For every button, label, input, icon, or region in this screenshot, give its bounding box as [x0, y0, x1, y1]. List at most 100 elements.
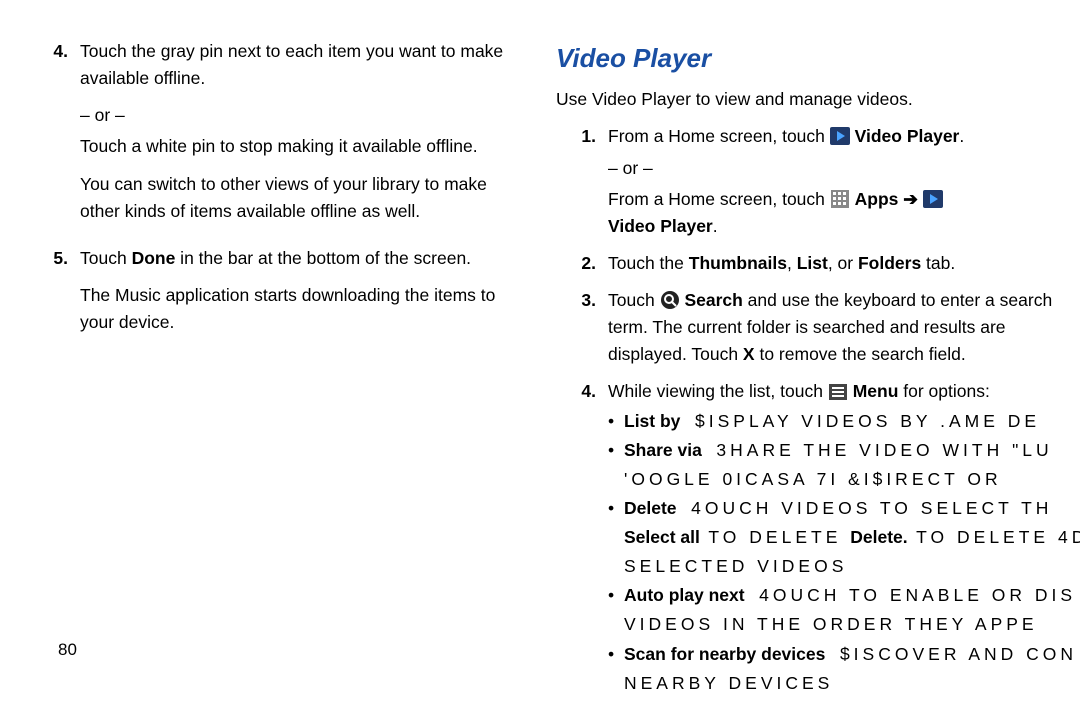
text: to remove the search field.	[755, 344, 966, 364]
text: in the bar at the bottom of the screen.	[175, 248, 471, 268]
video-player-icon	[830, 127, 850, 145]
text: Touch	[608, 290, 660, 310]
text: While viewing the list, touch Menu for o…	[608, 378, 1080, 405]
auto-play-next-label: Auto play next	[624, 585, 745, 605]
text: From a Home screen, touch	[608, 126, 830, 146]
video-player-label: Video Player	[855, 126, 960, 146]
garbled-text: $ISPLAY VIDEOS BY .AME DE	[695, 411, 1040, 431]
list-item: • Delete 4OUCH VIDEOS TO SELECT TH	[608, 495, 1080, 522]
or-text: – or –	[80, 102, 522, 129]
search-label: Search	[684, 290, 742, 310]
step-number: 3.	[556, 287, 608, 368]
text: While viewing the list, touch	[608, 381, 828, 401]
text: From a Home screen, touch Video Player.	[608, 123, 1080, 150]
text: Delete 4OUCH VIDEOS TO SELECT TH	[624, 495, 1080, 522]
step-1: 1. From a Home screen, touch Video Playe…	[556, 123, 1080, 240]
garbled-text: NEARBY DEVICES	[608, 670, 1080, 697]
step-body: Touch the gray pin next to each item you…	[80, 38, 522, 235]
text: Touch the gray pin next to each item you…	[80, 38, 522, 92]
text: ,	[787, 253, 797, 273]
text: From a Home screen, touch Apps ➔	[608, 186, 1080, 213]
garbled-text: 4OUCH TO ENABLE OR DIS	[759, 585, 1076, 605]
x-label: X	[743, 344, 755, 364]
garbled-text: SELECTED VIDEOS	[608, 553, 1080, 580]
bullet: •	[608, 582, 624, 609]
page-number: 80	[58, 640, 77, 660]
right-column: Video Player Use Video Player to view an…	[540, 38, 1080, 720]
garbled-text: $ISCOVER AND CON	[840, 644, 1077, 664]
bullet: •	[608, 408, 624, 435]
text: Share via 3HARE THE VIDEO WITH "LU	[624, 437, 1080, 464]
garbled-text: TO DELETE 4DU	[908, 527, 1080, 547]
folders-label: Folders	[858, 253, 921, 273]
text: Touch the	[608, 253, 689, 273]
arrow: ➔	[903, 189, 918, 209]
section-title: Video Player	[556, 38, 1080, 78]
list-item: • Share via 3HARE THE VIDEO WITH "LU	[608, 437, 1080, 464]
apps-icon	[830, 190, 850, 208]
text: Auto play next 4OUCH TO ENABLE OR DIS	[624, 582, 1080, 609]
video-player-icon	[923, 190, 943, 208]
text: Select all TO DELETE Delete. TO DELETE 4…	[624, 524, 1080, 551]
thumbnails-label: Thumbnails	[689, 253, 787, 273]
step-number: 4.	[556, 378, 608, 698]
text: Touch Done in the bar at the bottom of t…	[80, 245, 522, 272]
step-body: Touch Search and use the keyboard to ent…	[608, 287, 1080, 368]
text: , or	[828, 253, 858, 273]
step-3: 3. Touch Search and use the keyboard to …	[556, 287, 1080, 368]
menu-label: Menu	[853, 381, 899, 401]
text: tab.	[921, 253, 955, 273]
list-item: • Auto play next 4OUCH TO ENABLE OR DIS	[608, 582, 1080, 609]
step-number: 2.	[556, 250, 608, 277]
garbled-text: 'OOGLE 0ICASA 7I &I$IRECT OR	[608, 466, 1080, 493]
text: You can switch to other views of your li…	[80, 171, 522, 225]
select-all-label: Select all	[624, 527, 700, 547]
text: .	[713, 216, 718, 236]
garbled-text: 3HARE THE VIDEO WITH "LU	[716, 440, 1052, 460]
step-5: 5. Touch Done in the bar at the bottom o…	[28, 245, 522, 346]
list-label: List	[797, 253, 828, 273]
garbled-text: 4OUCH VIDEOS TO SELECT TH	[691, 498, 1052, 518]
apps-label: Apps	[855, 189, 904, 209]
step-2: 2. Touch the Thumbnails, List, or Folder…	[556, 250, 1080, 277]
delete-inline-label: Delete.	[850, 527, 907, 547]
menu-options: • List by $ISPLAY VIDEOS BY .AME DE • Sh…	[608, 408, 1080, 697]
bullet: •	[608, 495, 624, 522]
step-number: 4.	[28, 38, 80, 235]
garbled-text: TO DELETE	[700, 527, 850, 547]
list-item: Select all TO DELETE Delete. TO DELETE 4…	[608, 524, 1080, 551]
text: List by $ISPLAY VIDEOS BY .AME DE	[624, 408, 1080, 435]
step-body: From a Home screen, touch Video Player. …	[608, 123, 1080, 240]
text: From a Home screen, touch	[608, 189, 830, 209]
step-number: 5.	[28, 245, 80, 346]
list-item: • List by $ISPLAY VIDEOS BY .AME DE	[608, 408, 1080, 435]
bullet: •	[608, 437, 624, 464]
left-column: 4. Touch the gray pin next to each item …	[0, 38, 540, 720]
share-via-label: Share via	[624, 440, 702, 460]
text: for options:	[898, 381, 989, 401]
list-by-label: List by	[624, 411, 680, 431]
garbled-text: VIDEOS IN THE ORDER THEY APPE	[608, 611, 1080, 638]
text: .	[959, 126, 964, 146]
or-text: – or –	[608, 155, 1080, 182]
text: Video Player.	[608, 213, 1080, 240]
text: Touch a white pin to stop making it avai…	[80, 133, 522, 160]
intro-text: Use Video Player to view and manage vide…	[556, 86, 1080, 113]
step-4: 4. Touch the gray pin next to each item …	[28, 38, 522, 235]
bullet: •	[608, 641, 624, 668]
menu-icon	[828, 383, 848, 401]
step-4b: 4. While viewing the list, touch Menu fo…	[556, 378, 1080, 698]
text: The Music application starts downloading…	[80, 282, 522, 336]
text: Scan for nearby devices $ISCOVER AND CON	[624, 641, 1080, 668]
done-label: Done	[132, 248, 176, 268]
scan-nearby-label: Scan for nearby devices	[624, 644, 825, 664]
step-body: Touch Done in the bar at the bottom of t…	[80, 245, 522, 346]
step-body: Touch the Thumbnails, List, or Folders t…	[608, 250, 1080, 277]
list-item: • Scan for nearby devices $ISCOVER AND C…	[608, 641, 1080, 668]
step-number: 1.	[556, 123, 608, 240]
text: Touch	[80, 248, 132, 268]
page: 4. Touch the gray pin next to each item …	[0, 0, 1080, 720]
video-player-label: Video Player	[608, 216, 713, 236]
search-icon	[660, 291, 680, 309]
delete-label: Delete	[624, 498, 677, 518]
